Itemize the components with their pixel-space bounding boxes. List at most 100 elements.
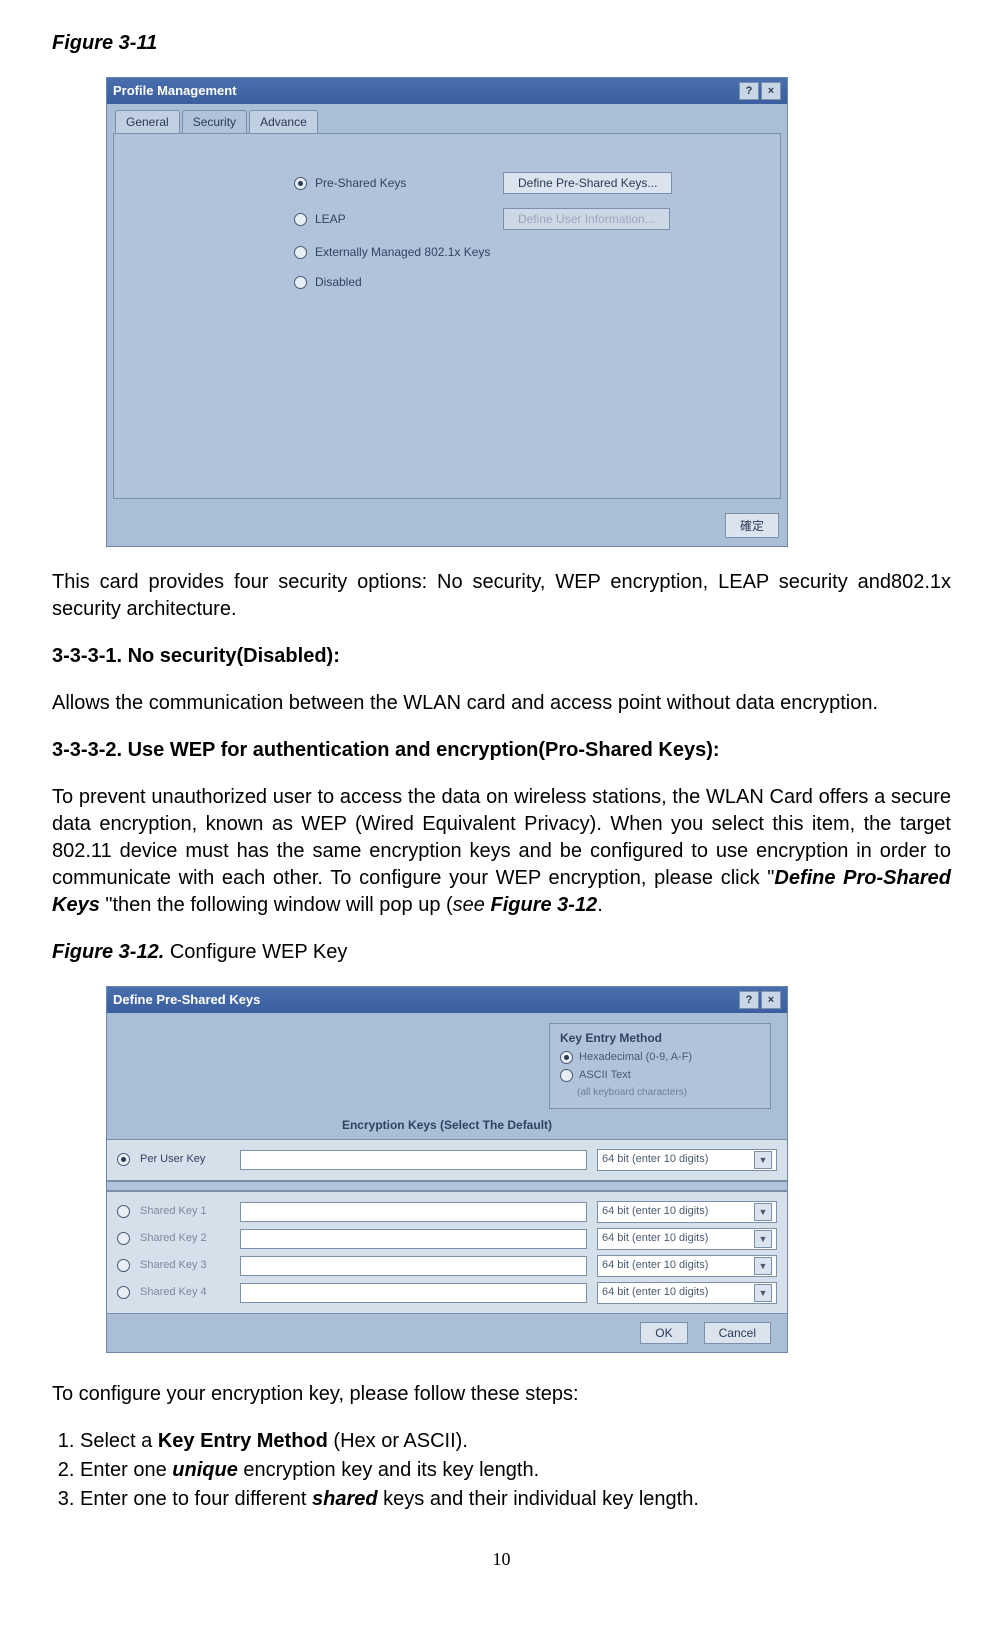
ok-button-2[interactable]: OK [640,1322,687,1344]
input-shared-1[interactable] [240,1202,587,1222]
heading-3-3-3-1: 3-3-3-1. No security(Disabled): [52,643,951,670]
radio-disabled[interactable] [294,276,307,289]
key-row-shared-1: Shared Key 1 64 bit (enter 10 digits) ▼ [117,1201,777,1223]
close-button[interactable]: × [761,82,781,100]
tabs: General Security Advance [107,104,787,133]
radio-shared-4[interactable] [117,1286,130,1299]
paragraph-3: To prevent unauthorized user to access t… [52,784,951,919]
per-user-key-area: Per User Key 64 bit (enter 10 digits) ▼ [107,1139,787,1181]
dialog2-footer: OK Cancel [107,1314,787,1352]
paragraph-4: To configure your encryption key, please… [52,1381,951,1408]
steps-list: Select a Key Entry Method (Hex or ASCII)… [52,1428,951,1513]
encryption-keys-title: Encryption Keys (Select The Default) [107,1117,787,1133]
tab-general[interactable]: General [115,110,180,133]
step-1: Select a Key Entry Method (Hex or ASCII)… [80,1428,951,1455]
select-shared-2[interactable]: 64 bit (enter 10 digits) ▼ [597,1228,777,1250]
page-number: 10 [52,1547,951,1571]
cancel-button-2[interactable]: Cancel [704,1322,771,1344]
radio-hex[interactable] [560,1051,573,1064]
p3-see: see [453,894,491,916]
close-button-2[interactable]: × [761,991,781,1009]
key-entry-method-area: Key Entry Method Hexadecimal (0-9, A-F) … [107,1013,787,1114]
option-leap: LEAP Define User Information... [134,208,760,230]
radio-leap-label: LEAP [315,211,495,227]
paragraph-1: This card provides four security options… [52,569,951,623]
radio-hex-label: Hexadecimal (0-9, A-F) [579,1050,692,1065]
figure-2-label-text: Figure 3-12. [52,941,164,963]
heading-3-3-3-2: 3-3-3-2. Use WEP for authentication and … [52,737,951,764]
figure-2-caption: Configure WEP Key [164,941,347,963]
profile-management-dialog: Profile Management ? × General Security … [106,77,788,547]
radio-preshared[interactable] [294,177,307,190]
titlebar2-buttons: ? × [739,991,781,1009]
radio-disabled-label: Disabled [315,274,495,290]
step-1-c: (Hex or ASCII). [328,1430,468,1452]
chevron-down-icon: ▼ [754,1151,772,1169]
p3-text-f: . [597,894,603,916]
select-per-user-key-text: 64 bit (enter 10 digits) [602,1152,708,1167]
define-preshared-keys-dialog: Define Pre-Shared Keys ? × Key Entry Met… [106,986,788,1353]
select-shared-3[interactable]: 64 bit (enter 10 digits) ▼ [597,1255,777,1277]
step-3-a: Enter one to four different [80,1488,312,1510]
label-shared-4: Shared Key 4 [140,1285,230,1300]
select-shared-4[interactable]: 64 bit (enter 10 digits) ▼ [597,1282,777,1304]
label-shared-2: Shared Key 2 [140,1231,230,1246]
step-3-c: keys and their individual key length. [378,1488,699,1510]
select-shared-2-text: 64 bit (enter 10 digits) [602,1231,708,1246]
key-entry-method-group: Key Entry Method Hexadecimal (0-9, A-F) … [549,1023,771,1108]
step-2-c: encryption key and its key length. [238,1459,539,1481]
paragraph-2: Allows the communication between the WLA… [52,690,951,717]
chevron-down-icon: ▼ [754,1284,772,1302]
input-per-user-key[interactable] [240,1150,587,1170]
key-row-per-user: Per User Key 64 bit (enter 10 digits) ▼ [117,1149,777,1171]
option-8021x: Externally Managed 802.1x Keys [134,244,760,260]
input-shared-3[interactable] [240,1256,587,1276]
key-row-shared-4: Shared Key 4 64 bit (enter 10 digits) ▼ [117,1282,777,1304]
method-hex-row: Hexadecimal (0-9, A-F) [560,1050,760,1065]
radio-shared-3[interactable] [117,1259,130,1272]
step-3: Enter one to four different shared keys … [80,1486,951,1513]
help-button[interactable]: ? [739,82,759,100]
radio-leap[interactable] [294,213,307,226]
ok-button[interactable]: 確定 [725,513,779,538]
select-shared-1[interactable]: 64 bit (enter 10 digits) ▼ [597,1201,777,1223]
option-preshared: Pre-Shared Keys Define Pre-Shared Keys..… [134,172,760,194]
select-per-user-key[interactable]: 64 bit (enter 10 digits) ▼ [597,1149,777,1171]
radio-per-user-key[interactable] [117,1153,130,1166]
tab-advance[interactable]: Advance [249,110,318,133]
define-user-info-button: Define User Information... [503,208,670,230]
key-entry-method-title: Key Entry Method [560,1030,760,1046]
radio-shared-1[interactable] [117,1205,130,1218]
dialog-footer: 確定 [107,505,787,546]
input-shared-2[interactable] [240,1229,587,1249]
ascii-subtext: (all keyboard characters) [577,1086,760,1100]
key-row-shared-3: Shared Key 3 64 bit (enter 10 digits) ▼ [117,1255,777,1277]
input-shared-4[interactable] [240,1283,587,1303]
tab-security[interactable]: Security [182,110,247,133]
figure-label-text: Figure 3-11 [52,32,157,54]
method-ascii-row: ASCII Text [560,1068,760,1083]
key-row-shared-2: Shared Key 2 64 bit (enter 10 digits) ▼ [117,1228,777,1250]
titlebar: Profile Management ? × [107,78,787,104]
define-preshared-button[interactable]: Define Pre-Shared Keys... [503,172,672,194]
figure-3-12-label: Figure 3-12. Configure WEP Key [52,939,951,966]
radio-8021x-label: Externally Managed 802.1x Keys [315,244,495,260]
step-2-b: unique [172,1459,238,1481]
shared-keys-area: Shared Key 1 64 bit (enter 10 digits) ▼ … [107,1191,787,1314]
p3-fig-ref: Figure 3-12 [490,894,597,916]
chevron-down-icon: ▼ [754,1230,772,1248]
radio-shared-2[interactable] [117,1232,130,1245]
divider [107,1181,787,1191]
step-3-b: shared [312,1488,378,1510]
help-button-2[interactable]: ? [739,991,759,1009]
option-disabled: Disabled [134,274,760,290]
radio-ascii[interactable] [560,1069,573,1082]
titlebar-2: Define Pre-Shared Keys ? × [107,987,787,1013]
select-shared-3-text: 64 bit (enter 10 digits) [602,1258,708,1273]
p3-text-c: "then the following window will pop up ( [105,894,452,916]
step-2: Enter one unique encryption key and its … [80,1457,951,1484]
dialog-body: Pre-Shared Keys Define Pre-Shared Keys..… [113,133,781,499]
select-shared-1-text: 64 bit (enter 10 digits) [602,1204,708,1219]
radio-8021x[interactable] [294,246,307,259]
chevron-down-icon: ▼ [754,1257,772,1275]
